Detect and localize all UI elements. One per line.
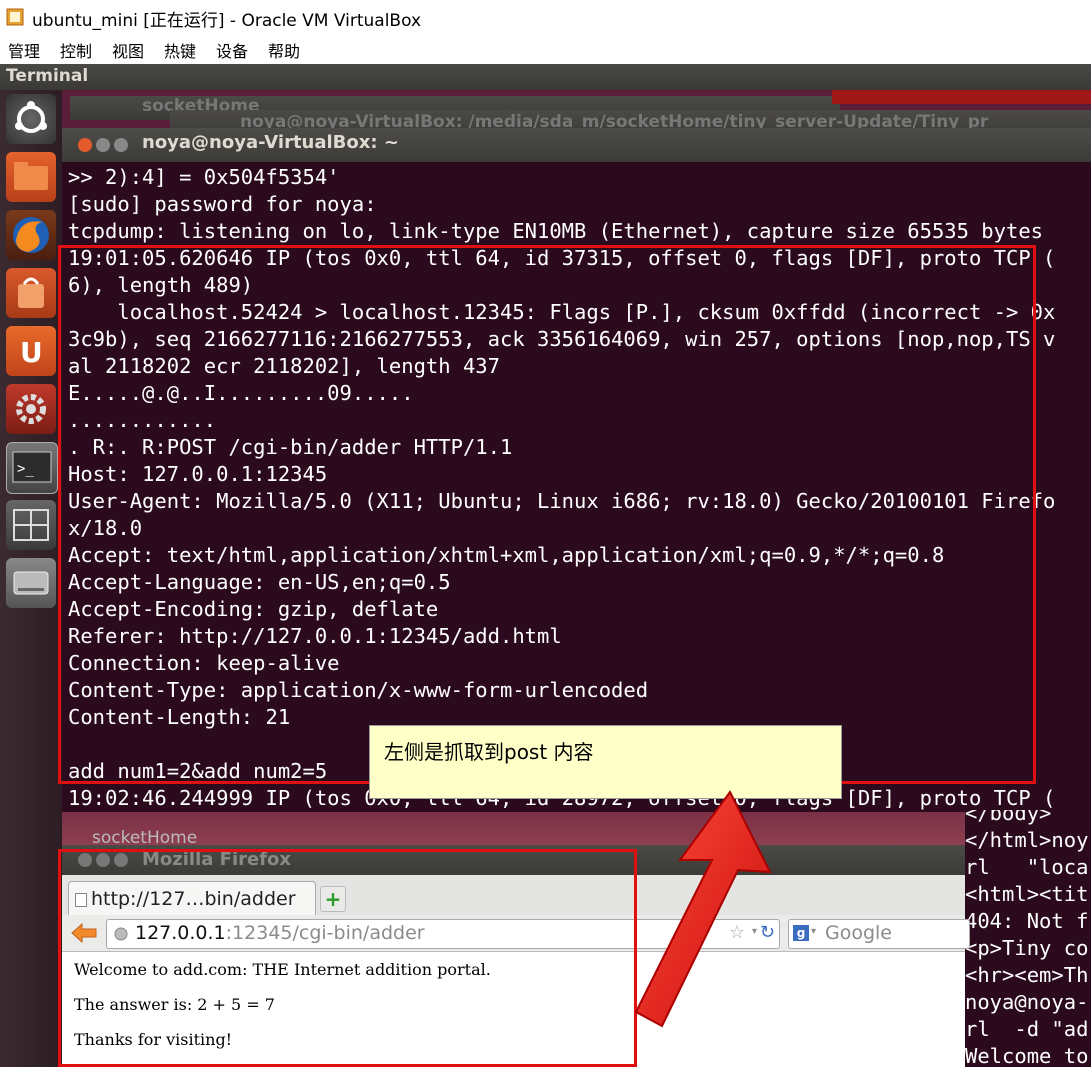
terminal-line: rl -d "ad <box>965 1017 1089 1041</box>
terminal-line: noya@noya- <box>965 990 1089 1014</box>
terminal-line: Welcome to <box>965 1044 1089 1067</box>
right-terminal-window[interactable]: </body> </html>noy rl "loca <html><tit 4… <box>965 810 1091 1067</box>
menu-view[interactable]: 视图 <box>112 38 144 62</box>
vbox-title: ubuntu_mini [正在运行] - Oracle VM VirtualBo… <box>32 11 422 31</box>
bg-window-accent <box>832 90 1091 104</box>
close-icon[interactable] <box>78 138 92 152</box>
drive-icon[interactable] <box>6 558 56 608</box>
terminal-line: >> 2):4] = 0x504f5354' <box>68 165 340 189</box>
menu-control[interactable]: 控制 <box>60 38 92 62</box>
vbox-menu-bar: 管理 控制 视图 热键 设备 帮助 <box>0 34 1091 64</box>
terminal-title-bar: noya@noya-VirtualBox: ~ <box>62 128 1091 162</box>
dropdown-arrow-icon[interactable]: ▾ <box>811 926 816 937</box>
menu-manage[interactable]: 管理 <box>8 38 40 62</box>
terminal-line: <hr><em>Th <box>965 963 1089 987</box>
virtualbox-icon <box>6 8 24 26</box>
minimize-icon[interactable] <box>96 138 110 152</box>
terminal-line: tcpdump: listening on lo, link-type EN10… <box>68 219 1044 243</box>
menu-hotkeys[interactable]: 热键 <box>164 38 196 62</box>
firefox-icon[interactable] <box>6 210 56 260</box>
google-icon: g <box>793 925 809 941</box>
maximize-icon[interactable] <box>114 138 128 152</box>
workspaces-icon[interactable] <box>6 500 56 550</box>
ubuntu-top-panel: Terminal <box>0 64 1091 90</box>
panel-app-title: Terminal <box>6 66 89 86</box>
terminal-line: <html><tit <box>965 882 1089 906</box>
terminal-line: [sudo] password for noya: <box>68 192 377 216</box>
terminal-line: 404: Not f <box>965 909 1089 933</box>
callout-text: 左侧是抓取到post 内容 <box>384 740 594 764</box>
svg-text:U: U <box>20 336 43 369</box>
ubuntu-logo-icon[interactable] <box>6 94 56 144</box>
red-arrow-icon <box>634 790 772 1028</box>
menu-devices[interactable]: 设备 <box>216 38 248 62</box>
search-placeholder: Google <box>825 922 893 944</box>
highlight-box-capture <box>58 245 1036 784</box>
vbox-title-bar: ubuntu_mini [正在运行] - Oracle VM VirtualBo… <box>0 0 1091 34</box>
svg-text:>_: >_ <box>17 461 34 477</box>
terminal-line: rl "loca <box>965 855 1089 879</box>
ubuntu-launcher: U >_ <box>0 90 62 1067</box>
terminal-line: </body> <box>965 810 1052 825</box>
settings-icon[interactable] <box>6 384 56 434</box>
menu-help[interactable]: 帮助 <box>268 38 300 62</box>
highlight-box-browser <box>58 849 637 1067</box>
bg-window-socket-home-lower: socketHome <box>62 812 965 848</box>
terminal-line: </html>noy <box>965 828 1089 852</box>
software-center-icon[interactable] <box>6 268 56 318</box>
terminal-title: noya@noya-VirtualBox: ~ <box>142 132 399 153</box>
files-icon[interactable] <box>6 152 56 202</box>
terminal-icon[interactable]: >_ <box>6 442 58 494</box>
ubuntu-one-icon[interactable]: U <box>6 326 56 376</box>
terminal-line: <p>Tiny co <box>965 936 1089 960</box>
search-bar[interactable]: g ▾ Google <box>788 919 970 949</box>
